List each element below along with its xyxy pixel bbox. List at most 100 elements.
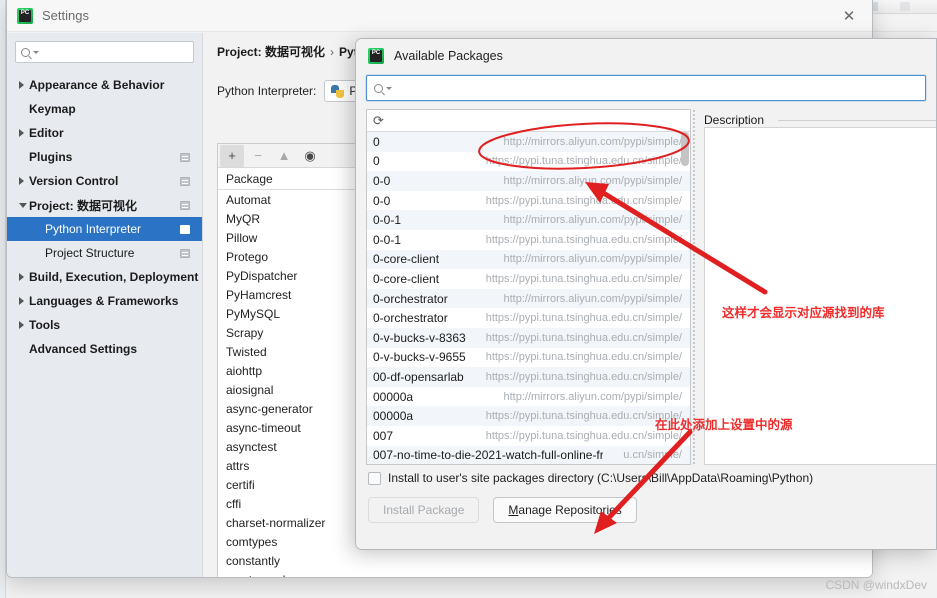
sidebar-item-label: Keymap	[29, 102, 76, 116]
show-early-releases-button[interactable]: ◉	[298, 145, 322, 167]
user-site-checkbox[interactable]	[368, 471, 381, 485]
settings-window-title: Settings	[42, 8, 89, 23]
settings-badge-icon	[180, 152, 190, 162]
watermark: CSDN @windxDev	[825, 578, 927, 592]
chevron-right-icon[interactable]	[19, 273, 24, 281]
available-package-row[interactable]: 0 http://mirrors.aliyun.com/pypi/simple/	[367, 132, 690, 152]
sidebar-item-build-execution-deployment[interactable]: Build, Execution, Deployment	[7, 265, 202, 289]
available-package-repository-url: https://pypi.tuna.tsinghua.edu.cn/simple…	[485, 370, 682, 383]
chevron-right-icon[interactable]	[19, 321, 24, 329]
package-list-header: ⟳	[367, 110, 690, 132]
available-package-row[interactable]: 0-0-1 http://mirrors.aliyun.com/pypi/simp…	[367, 210, 690, 230]
available-package-repository-url: https://pypi.tuna.tsinghua.edu.cn/simple…	[485, 233, 682, 246]
available-package-name: 0	[373, 154, 380, 169]
breadcrumb-root[interactable]: Project: 数据可视化	[217, 45, 325, 59]
available-package-row[interactable]: 0-v-bucks-v-8363 https://pypi.tuna.tsingh…	[367, 327, 690, 348]
available-packages-title: Available Packages	[394, 49, 503, 63]
description-divider	[778, 120, 936, 121]
sidebar-item-project-structure[interactable]: Project Structure	[7, 241, 202, 265]
sidebar-item-version-control[interactable]: Version Control	[7, 169, 202, 193]
available-package-row[interactable]: 0-core-client http://mirrors.aliyun.com/p…	[367, 249, 690, 270]
available-package-row[interactable]: 0-0 http://mirrors.aliyun.com/pypi/simple…	[367, 171, 690, 191]
chevron-right-icon[interactable]	[19, 81, 24, 89]
available-package-repository-url: http://mirrors.aliyun.com/pypi/simple/	[503, 174, 683, 187]
available-package-row[interactable]: 0-0-1 https://pypi.tuna.tsinghua.edu.cn/s…	[367, 230, 690, 250]
available-package-repository-url: http://mirrors.aliyun.com/pypi/simple/	[503, 292, 683, 305]
available-package-row[interactable]: 0-orchestrator https://pypi.tuna.tsinghua…	[367, 308, 690, 328]
available-package-row[interactable]: 007-no-time-to-die-2021-watch-full-onlin…	[367, 445, 690, 464]
available-package-name: 0-0-1	[373, 213, 402, 228]
available-package-name: 00000a	[373, 409, 414, 424]
sidebar-item-advanced-settings[interactable]: Advanced Settings	[7, 337, 202, 361]
available-package-repository-url: http://mirrors.aliyun.com/pypi/simple/	[503, 135, 683, 148]
chevron-down-icon	[33, 50, 39, 54]
available-package-row[interactable]: 0-core-client https://pypi.tuna.tsinghua.…	[367, 269, 690, 289]
available-package-name: 007-no-time-to-die-2021-watch-full-onlin…	[373, 448, 603, 463]
sidebar-item-label: Build, Execution, Deployment	[29, 270, 199, 284]
available-package-name: 0-orchestrator	[373, 311, 448, 326]
python-icon	[331, 84, 345, 98]
sidebar-item-plugins[interactable]: Plugins	[7, 145, 202, 169]
pycharm-logo-icon	[17, 7, 33, 24]
available-package-repository-url: http://mirrors.aliyun.com/pypi/simple/	[503, 214, 683, 227]
sidebar-item-label: Version Control	[29, 174, 119, 188]
chevron-right-icon[interactable]	[19, 177, 24, 185]
available-packages-search-wrap	[356, 73, 936, 107]
sidebar-item-project[interactable]: Project: 数据可视化	[7, 193, 202, 217]
package-search-input[interactable]	[366, 75, 926, 101]
sidebar-item-appearance-behavior[interactable]: Appearance & Behavior	[7, 73, 202, 97]
settings-titlebar: Settings ✕	[7, 0, 872, 32]
sidebar-item-editor[interactable]: Editor	[7, 121, 202, 145]
description-label: Description	[704, 113, 769, 127]
sidebar-item-keymap[interactable]: Keymap	[7, 97, 202, 121]
user-site-row: Install to user's site packages director…	[356, 465, 936, 485]
available-packages-footer: Install to user's site packages director…	[356, 465, 936, 549]
breadcrumb-separator: ›	[330, 45, 335, 59]
chevron-right-icon[interactable]	[19, 297, 24, 305]
available-package-row[interactable]: 007 https://pypi.tuna.tsinghua.edu.cn/sim…	[367, 426, 690, 446]
available-package-name: 0-0-1	[373, 232, 402, 247]
available-package-name: 007	[373, 428, 394, 443]
sidebar-item-label: Plugins	[29, 150, 73, 164]
available-package-row[interactable]: 0 https://pypi.tuna.tsinghua.edu.cn/simpl…	[367, 152, 690, 172]
upgrade-package-button[interactable]: ▲	[272, 145, 296, 167]
settings-badge-icon	[180, 176, 190, 186]
manage-repositories-mnemonic: M	[508, 503, 519, 517]
manage-repositories-button[interactable]: Manage Repositories	[493, 497, 637, 523]
remove-package-button[interactable]: −	[246, 145, 270, 167]
settings-tree: Appearance & Behavior Keymap Editor Plugins…	[7, 73, 202, 361]
ide-more-icon	[900, 2, 910, 11]
available-package-name: 0-0	[373, 193, 391, 208]
install-package-button[interactable]: Install Package	[368, 497, 480, 523]
available-package-row[interactable]: 00-df-opensarlab https://pypi.tuna.tsingh…	[367, 367, 690, 387]
sidebar-item-python-interpreter[interactable]: Python Interpreter	[7, 217, 202, 241]
splitter-handle[interactable]	[691, 109, 698, 465]
add-package-button[interactable]: +	[220, 144, 244, 167]
installed-package-row[interactable]: constantly	[218, 551, 872, 570]
sidebar-item-languages-frameworks[interactable]: Languages & Frameworks	[7, 289, 202, 313]
available-package-row[interactable]: 0-0 https://pypi.tuna.tsinghua.edu.cn/sim…	[367, 191, 690, 211]
installed-package-row[interactable]: cryptography	[218, 570, 872, 577]
settings-badge-icon	[180, 200, 190, 210]
available-packages-list[interactable]: ⟳ 0 http://mirrors.aliyun.com/pypi/simple…	[366, 109, 691, 465]
chevron-right-icon[interactable]	[19, 129, 24, 137]
available-package-repository-url: https://pypi.tuna.tsinghua.edu.cn/simple…	[485, 429, 682, 442]
available-package-repository-url: https://pypi.tuna.tsinghua.edu.cn/simple…	[485, 410, 682, 423]
available-package-name: 0-orchestrator	[373, 291, 448, 306]
available-package-name: 00000a	[373, 389, 414, 404]
close-icon[interactable]: ✕	[826, 0, 872, 32]
sidebar-item-label: Python Interpreter	[45, 222, 142, 236]
package-list-scrollbar[interactable]	[681, 132, 689, 166]
available-package-row[interactable]: 0-v-bucks-v-9655 https://pypi.tuna.tsingh…	[367, 348, 690, 368]
available-package-row[interactable]: 0-orchestrator http://mirrors.aliyun.com/…	[367, 288, 690, 309]
sidebar-item-tools[interactable]: Tools	[7, 313, 202, 337]
available-package-row[interactable]: 00000a https://pypi.tuna.tsinghua.edu.cn/…	[367, 406, 690, 426]
refresh-icon[interactable]: ⟳	[373, 113, 384, 129]
available-package-name: 0-v-bucks-v-9655	[373, 350, 466, 365]
sidebar-item-label: Appearance & Behavior	[29, 78, 165, 92]
settings-search-wrap	[7, 41, 202, 73]
available-package-repository-url: http://mirrors.aliyun.com/pypi/simple/	[503, 253, 683, 266]
settings-search-input[interactable]	[15, 41, 194, 63]
available-package-row[interactable]: 00000a http://mirrors.aliyun.com/pypi/sim…	[367, 387, 690, 407]
chevron-down-icon[interactable]	[19, 202, 27, 208]
